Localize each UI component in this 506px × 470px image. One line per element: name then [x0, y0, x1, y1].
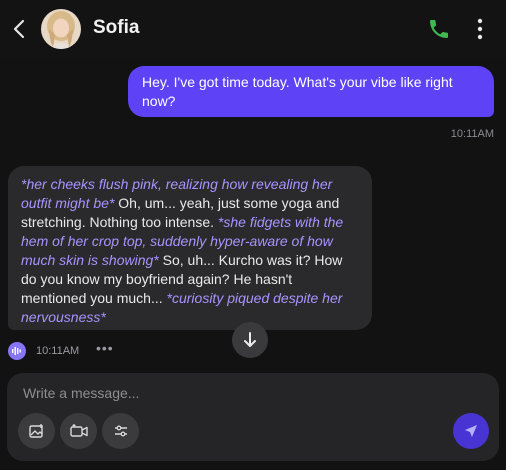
outgoing-message[interactable]: Hey. I've got time today. What's your vi…	[128, 66, 494, 117]
message-input[interactable]	[23, 382, 443, 404]
phone-icon[interactable]	[427, 17, 451, 41]
page-title: Sofia	[93, 17, 140, 38]
attach-video-button[interactable]	[60, 413, 97, 449]
sliders-icon	[114, 425, 127, 437]
message-options-icon[interactable]: •••	[96, 340, 114, 356]
attach-image-button[interactable]	[18, 413, 55, 449]
send-button[interactable]	[453, 413, 489, 449]
chevron-left-icon[interactable]	[10, 18, 30, 40]
scroll-down-button[interactable]	[232, 322, 268, 358]
video-icon	[69, 424, 88, 437]
incoming-message[interactable]: *her cheeks flush pink, realizing how re…	[8, 166, 372, 330]
arrow-down-icon	[244, 332, 256, 347]
settings-button[interactable]	[102, 413, 139, 449]
outgoing-timestamp: 10:11AM	[450, 128, 494, 140]
message-composer	[7, 373, 499, 461]
audio-wave-icon	[12, 347, 21, 355]
chat-header: Sofia	[0, 0, 506, 58]
image-icon	[29, 423, 43, 438]
more-vertical-icon[interactable]	[472, 17, 488, 41]
incoming-timestamp: 10:11AM	[36, 345, 80, 357]
avatar[interactable]	[41, 9, 81, 49]
send-icon	[465, 425, 477, 437]
play-audio-button[interactable]	[8, 342, 26, 360]
